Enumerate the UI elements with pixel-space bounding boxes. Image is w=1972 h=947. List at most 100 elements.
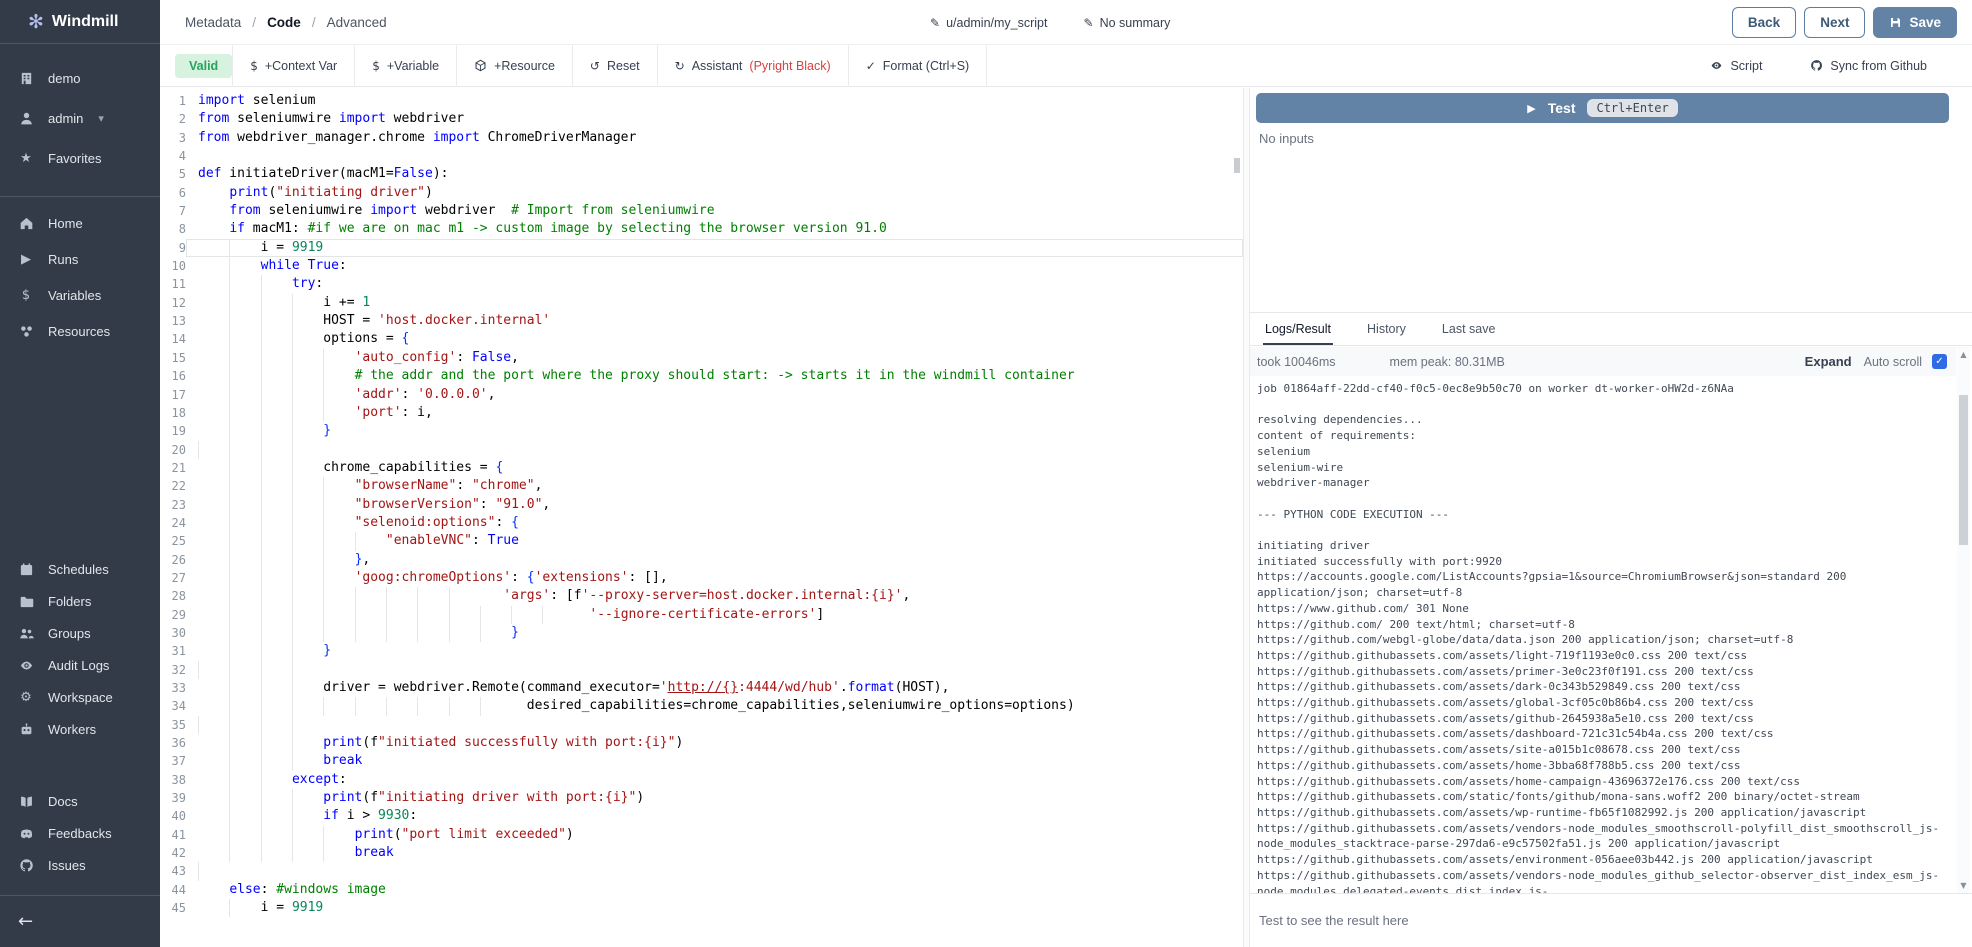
code-line[interactable]: 24 "selenoid:options": { <box>160 514 1243 532</box>
code-line[interactable]: 4 <box>160 147 1243 165</box>
code-line[interactable]: 3from webdriver_manager.chrome import Ch… <box>160 129 1243 147</box>
code-line[interactable]: 42 break <box>160 844 1243 862</box>
script-preview-button[interactable]: Script <box>1693 59 1779 73</box>
code-line[interactable]: 23 "browserVersion": "91.0", <box>160 496 1243 514</box>
tab-logs-result[interactable]: Logs/Result <box>1263 313 1333 345</box>
code-line[interactable]: 30 } <box>160 624 1243 642</box>
back-button[interactable]: Back <box>1732 7 1796 38</box>
sidebar-item-runs[interactable]: ▶Runs <box>0 241 160 277</box>
sidebar-item-audit-logs[interactable]: Audit Logs <box>0 649 160 681</box>
sidebar-item-favorites[interactable]: ★Favorites <box>0 138 160 178</box>
sidebar-item-resources[interactable]: Resources <box>0 313 160 349</box>
code-line[interactable]: 18 'port': i, <box>160 404 1243 422</box>
reset-button[interactable]: ↺Reset <box>573 59 657 73</box>
code-line[interactable]: 36 print(f"initiated successfully with p… <box>160 734 1243 752</box>
code-line[interactable]: 43 <box>160 862 1243 880</box>
code-line[interactable]: 15 'auto_config': False, <box>160 349 1243 367</box>
sidebar-item-home[interactable]: Home <box>0 205 160 241</box>
code-line[interactable]: 38 except: <box>160 771 1243 789</box>
run-duration: took 10046ms <box>1257 355 1336 369</box>
code-line[interactable]: 33 driver = webdriver.Remote(command_exe… <box>160 679 1243 697</box>
scroll-up-arrow-icon[interactable]: ▲ <box>1957 350 1970 359</box>
sidebar-item-demo[interactable]: demo <box>0 58 160 98</box>
code-line[interactable]: 26 }, <box>160 551 1243 569</box>
code-line[interactable]: 17 'addr': '0.0.0.0', <box>160 386 1243 404</box>
code-line[interactable]: 40 if i > 9930: <box>160 807 1243 825</box>
test-button[interactable]: ▶ Test Ctrl+Enter <box>1256 93 1949 123</box>
sidebar-item-groups[interactable]: Groups <box>0 617 160 649</box>
save-button[interactable]: Save <box>1873 7 1957 38</box>
collapse-sidebar-button[interactable]: ← <box>0 895 160 947</box>
sidebar-item-workspace[interactable]: ⚙Workspace <box>0 681 160 713</box>
code-line-content: def initiateDriver(macM1=False): <box>186 165 1243 183</box>
code-line[interactable]: 1import selenium <box>160 92 1243 110</box>
format-ctrl-s-button[interactable]: ✓Format (Ctrl+S) <box>849 59 987 73</box>
panel-splitter[interactable] <box>1243 88 1250 947</box>
code-line[interactable]: 34 desired_capabilities=chrome_capabilit… <box>160 697 1243 715</box>
variable-button[interactable]: $+Variable <box>355 59 456 73</box>
code-line[interactable]: 25 "enableVNC": True <box>160 532 1243 550</box>
scrollbar-thumb[interactable] <box>1959 395 1968 545</box>
code-line[interactable]: 28 'args': [f'--proxy-server=host.docker… <box>160 587 1243 605</box>
code-line[interactable]: 35 <box>160 716 1243 734</box>
code-line[interactable]: 37 break <box>160 752 1243 770</box>
sidebar-item-admin[interactable]: admin▾ <box>0 98 160 138</box>
code-line[interactable]: 20 <box>160 441 1243 459</box>
code-line[interactable]: 14 options = { <box>160 330 1243 348</box>
code-line[interactable]: 45 i = 9919 <box>160 899 1243 917</box>
scroll-down-arrow-icon[interactable]: ▼ <box>1957 881 1970 890</box>
code-line[interactable]: 44 else: #windows image <box>160 881 1243 899</box>
tab-code[interactable]: Code <box>267 15 301 30</box>
code-line[interactable]: 8 if macM1: #if we are on mac m1 -> cust… <box>160 220 1243 238</box>
script-summary[interactable]: ✎ No summary <box>1084 16 1171 30</box>
code-line[interactable]: 19 } <box>160 422 1243 440</box>
code-line[interactable]: 13 HOST = 'host.docker.internal' <box>160 312 1243 330</box>
code-line[interactable]: 41 print("port limit exceeded") <box>160 826 1243 844</box>
code-line[interactable]: 21 chrome_capabilities = { <box>160 459 1243 477</box>
code-line[interactable]: 29 '--ignore-certificate-errors'] <box>160 606 1243 624</box>
sidebar-item-folders[interactable]: Folders <box>0 585 160 617</box>
next-button[interactable]: Next <box>1804 7 1865 38</box>
sidebar-item-workers[interactable]: Workers <box>0 713 160 745</box>
test-label: Test <box>1548 100 1576 116</box>
sync-from-github-button[interactable]: Sync from Github <box>1793 59 1944 73</box>
windmill-logo[interactable]: ✻ Windmill <box>0 0 160 44</box>
code-line[interactable]: 7 from seleniumwire import webdriver # I… <box>160 202 1243 220</box>
code-line[interactable]: 27 'goog:chromeOptions': {'extensions': … <box>160 569 1243 587</box>
code-line[interactable]: 5def initiateDriver(macM1=False): <box>160 165 1243 183</box>
line-number: 2 <box>160 110 186 128</box>
script-path[interactable]: ✎ u/admin/my_script <box>930 16 1048 30</box>
tab-history[interactable]: History <box>1365 313 1408 345</box>
tab-advanced[interactable]: Advanced <box>327 15 387 30</box>
code-editor[interactable]: 1import selenium2from seleniumwire impor… <box>160 88 1243 947</box>
code-line[interactable]: 31 } <box>160 642 1243 660</box>
sidebar-item-schedules[interactable]: Schedules <box>0 553 160 585</box>
tab-metadata[interactable]: Metadata <box>185 15 241 30</box>
code-line[interactable]: 16 # the addr and the port where the pro… <box>160 367 1243 385</box>
autoscroll-checkbox[interactable]: ✓ <box>1932 354 1947 369</box>
code-line[interactable]: 12 i += 1 <box>160 294 1243 312</box>
code-line[interactable]: 11 try: <box>160 275 1243 293</box>
sidebar-item-feedbacks[interactable]: Feedbacks <box>0 817 160 849</box>
editor-scrollbar-mark[interactable] <box>1234 158 1240 173</box>
code-line[interactable]: 32 <box>160 661 1243 679</box>
code-line[interactable]: 9 i = 9919 <box>160 239 1243 257</box>
sidebar-item-label: demo <box>48 71 81 86</box>
sidebar-item-docs[interactable]: Docs <box>0 785 160 817</box>
code-line-content: 'goog:chromeOptions': {'extensions': [], <box>186 569 1243 587</box>
expand-logs-button[interactable]: Expand <box>1805 354 1852 369</box>
code-line[interactable]: 22 "browserName": "chrome", <box>160 477 1243 495</box>
code-line[interactable]: 2from seleniumwire import webdriver <box>160 110 1243 128</box>
assistant-button[interactable]: ↻Assistant (Pyright Black) <box>658 59 848 73</box>
resource-button[interactable]: +Resource <box>457 59 572 73</box>
code-line-content: "selenoid:options": { <box>186 514 1243 532</box>
code-line[interactable]: 6 print("initiating driver") <box>160 184 1243 202</box>
context-var-button[interactable]: $+Context Var <box>233 59 354 73</box>
code-line[interactable]: 39 print(f"initiating driver with port:{… <box>160 789 1243 807</box>
pencil-icon: ✎ <box>1084 16 1094 30</box>
tab-last-save[interactable]: Last save <box>1440 313 1498 345</box>
sidebar-item-issues[interactable]: Issues <box>0 849 160 881</box>
sidebar-item-variables[interactable]: $Variables <box>0 277 160 313</box>
code-line[interactable]: 10 while True: <box>160 257 1243 275</box>
logs-scrollbar[interactable]: ▲ ▼ <box>1957 347 1970 893</box>
